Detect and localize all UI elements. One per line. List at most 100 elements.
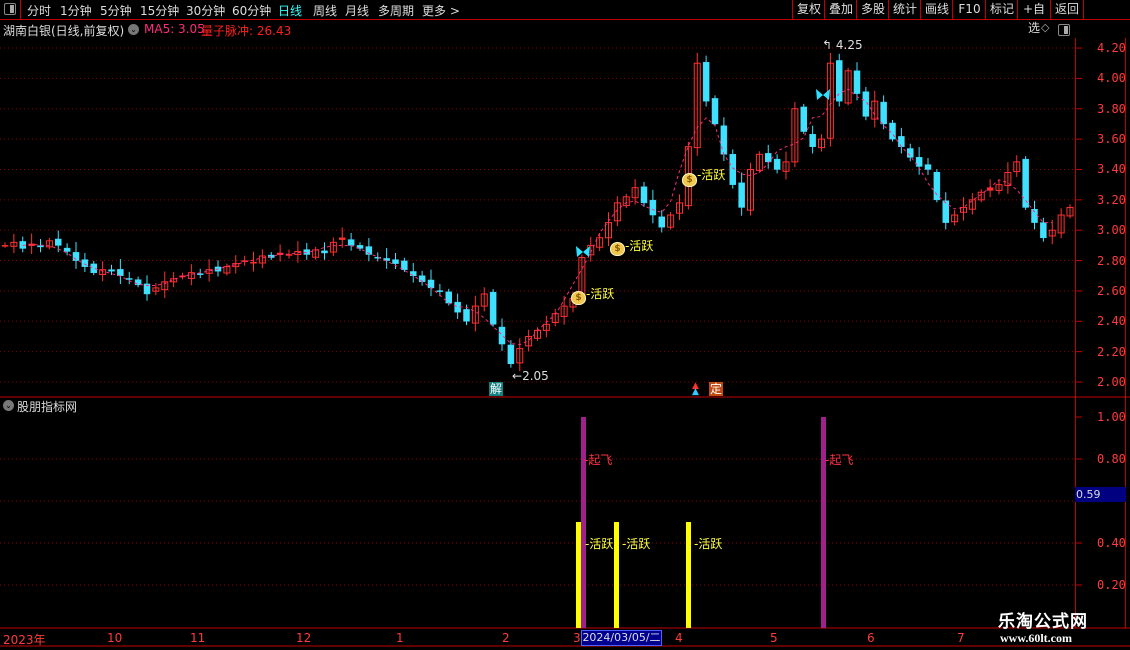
takeoff-label: -起飞 <box>584 453 613 467</box>
candle <box>410 271 417 276</box>
candle <box>197 273 204 275</box>
candle <box>907 148 914 158</box>
signal-bar <box>581 417 586 628</box>
price-tick-label: 3.80 <box>1097 101 1126 116</box>
candle <box>445 291 452 304</box>
candle <box>303 249 310 255</box>
butterfly-icon <box>816 89 830 100</box>
candle <box>498 326 506 345</box>
ma5-line <box>22 88 1053 346</box>
candle <box>836 60 843 102</box>
active-text: 活跃 <box>698 537 723 551</box>
candle <box>880 101 887 125</box>
money-bag-icon: $ <box>610 242 625 256</box>
candle <box>1022 158 1029 208</box>
sub-tick-label: 0.80 <box>1097 452 1126 466</box>
candle <box>738 182 745 208</box>
signal-active-label: -活跃 <box>625 239 654 253</box>
candle <box>1040 222 1047 239</box>
money-bag-icon: $ <box>571 291 586 305</box>
candle <box>702 62 710 102</box>
kline-chart[interactable] <box>0 0 1130 650</box>
signal-text: 活跃 <box>629 239 654 253</box>
active-text: 活跃 <box>626 537 651 551</box>
candle <box>986 187 994 191</box>
signal-text: 活跃 <box>701 168 726 182</box>
candle <box>898 136 905 147</box>
high-price-value: 4.25 <box>835 38 863 52</box>
signal-active-label: -活跃 <box>586 287 615 301</box>
sub-panel-title: 股朋指标网 <box>17 400 78 414</box>
date-label: 5 <box>770 631 778 645</box>
tag-ding[interactable]: 定 <box>709 382 723 396</box>
price-tick-label: 2.00 <box>1097 375 1126 389</box>
candle <box>800 106 807 132</box>
signal-text: 活跃 <box>590 287 615 301</box>
active-label: -活跃 <box>622 537 651 551</box>
date-label: 12 <box>296 631 312 645</box>
signal-bar <box>821 417 826 628</box>
price-tick-label: 2.40 <box>1097 314 1126 329</box>
candle <box>507 344 515 365</box>
candle <box>339 237 346 240</box>
signal-bar <box>686 522 691 628</box>
price-tick-label: 3.20 <box>1097 192 1126 207</box>
watermark-name: 乐淘公式网 <box>998 612 1088 632</box>
high-price-annotation: ↰ 4.25 <box>822 38 863 52</box>
candle <box>63 247 71 252</box>
candle <box>117 269 124 276</box>
low-price-value: 2.05 <box>522 369 549 383</box>
candle <box>773 158 781 170</box>
price-tick-label: 3.00 <box>1097 223 1126 238</box>
signal-active-label: -活跃 <box>697 168 726 182</box>
date-label: 11 <box>190 631 206 645</box>
tag-jie[interactable]: 解 <box>489 382 503 396</box>
signal-bar <box>576 522 581 628</box>
candle <box>720 125 728 155</box>
price-tick-label: 2.60 <box>1097 283 1126 298</box>
takeoff-text: 起飞 <box>588 453 613 467</box>
date-label: 7 <box>957 631 965 645</box>
date-label: 6 <box>867 631 875 645</box>
low-price-annotation: ←2.05 <box>512 369 549 383</box>
sub-tick-label: 0.20 <box>1097 578 1126 592</box>
candle <box>924 164 932 170</box>
price-tick-label: 4.00 <box>1097 71 1126 86</box>
candle <box>463 309 470 322</box>
candle <box>81 259 89 267</box>
candle <box>37 245 44 248</box>
double-up-arrow-icon: ▲ ▲ <box>692 381 699 397</box>
candle <box>347 239 355 246</box>
candle <box>658 216 665 228</box>
candle <box>108 269 115 272</box>
chevron-down-icon[interactable]: ⌄ <box>3 400 14 411</box>
signal-bar <box>614 522 619 628</box>
candle <box>436 290 444 292</box>
takeoff-text: 起飞 <box>829 453 854 467</box>
candle <box>250 261 257 264</box>
active-text: 活跃 <box>589 537 614 551</box>
candle <box>933 171 941 201</box>
candle <box>90 263 97 273</box>
date-label: 1 <box>396 631 404 645</box>
money-bag-icon: $ <box>682 173 697 187</box>
date-label: 3 <box>573 631 581 645</box>
price-tick-label: 3.40 <box>1097 162 1126 177</box>
candle <box>729 154 736 185</box>
candle <box>55 238 62 246</box>
price-tick-label: 2.20 <box>1097 344 1126 359</box>
current-value-badge: 0.59 <box>1075 487 1126 502</box>
candle <box>1 245 9 247</box>
candle <box>126 278 133 280</box>
candle <box>401 260 408 270</box>
candle <box>942 200 949 223</box>
candle <box>392 259 399 264</box>
date-label: 2023年 <box>3 633 46 647</box>
date-label: 2 <box>502 631 510 645</box>
price-tick-label: 2.80 <box>1097 253 1126 268</box>
cursor-date: 2024/03/05/二 <box>581 630 662 646</box>
candle <box>711 98 719 125</box>
candle <box>809 134 816 147</box>
candle <box>427 279 435 289</box>
sub-tick-label: 1.00 <box>1097 410 1126 424</box>
